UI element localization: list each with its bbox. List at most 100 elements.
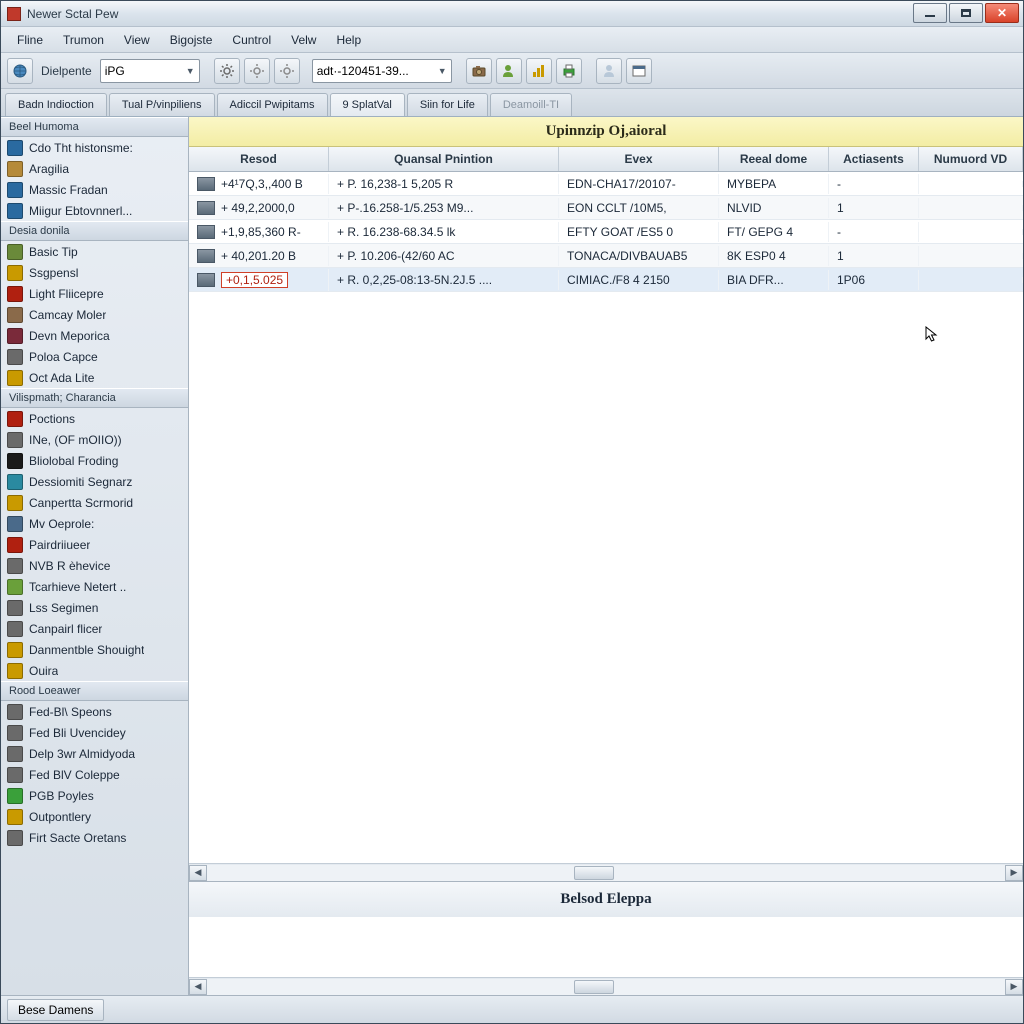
sidebar-item[interactable]: Fed-Bl\ Speons [1,701,188,722]
sidebar-item[interactable]: Lss Segimen [1,597,188,618]
menu-bigojste[interactable]: Bigojste [160,29,223,51]
sidebar-item[interactable]: Massic Fradan [1,179,188,200]
diepente-combo[interactable]: iPG▼ [100,59,200,83]
sidebar-item[interactable]: Outpontlery [1,806,188,827]
tab-3[interactable]: 9 SplatVal [330,93,405,116]
status-button[interactable]: Bese Damens [7,999,104,1021]
sidebar-item-label: Fed-Bl\ Speons [29,705,112,719]
col-evex[interactable]: Evex [559,147,719,171]
sidebar-item[interactable]: Cdo Tht histonsme: [1,137,188,158]
sidebar-item[interactable]: Tcarhieve Netert .. [1,576,188,597]
window-icon[interactable] [626,58,652,84]
sidebar-item[interactable]: Canpertta Scrmorid [1,492,188,513]
sidebar-group-header[interactable]: Beel Humoma [1,117,188,137]
menu-cuntrol[interactable]: Cuntrol [222,29,281,51]
scroll-track[interactable] [207,865,1005,881]
sidebar-item[interactable]: Fed Bli Uvencidey [1,722,188,743]
sidebar-item[interactable]: Canpairl flicer [1,618,188,639]
sidebar-item[interactable]: Bliolobal Froding [1,450,188,471]
maximize-button[interactable] [949,3,983,23]
menu-view[interactable]: View [114,29,160,51]
sidebar-item-icon [7,432,23,448]
table-row[interactable]: +4¹7Q,3,,400 B+ P. 16,238-1 5,205 REDN-C… [189,172,1023,196]
titlebar: Newer Sctal Pew ✕ [1,1,1023,27]
id-combo[interactable]: adt·-120451-39...▼ [312,59,452,83]
sidebar-scroll[interactable]: Beel HumomaCdo Tht histonsme:AragiliaMas… [1,117,188,995]
sidebar-item[interactable]: Danmentble Shouight [1,639,188,660]
sidebar-item[interactable]: Fed BlV Coleppe [1,764,188,785]
col-reeal[interactable]: Reeal dome [719,147,829,171]
scroll-left-icon[interactable]: ◀ [189,865,207,881]
sidebar-item-label: PGB Poyles [29,789,94,803]
detail-hscrollbar[interactable]: ◀ ▶ [189,977,1023,995]
sidebar-group-header[interactable]: Desia donila [1,221,188,241]
table-row[interactable]: +0,1,5.025+ R. 0,2,25-08:13-5N.2J.5 ....… [189,268,1023,292]
scroll-thumb[interactable] [574,980,614,994]
sidebar-group-header[interactable]: Vilispmath; Charancia [1,388,188,408]
tab-1[interactable]: Tual P/vinpiliens [109,93,215,116]
user-icon[interactable] [596,58,622,84]
col-quansal[interactable]: Quansal Pnintion [329,147,559,171]
sidebar-item[interactable]: Ssgpensl [1,262,188,283]
sidebar-item-icon [7,579,23,595]
sidebar-item[interactable]: Poctions [1,408,188,429]
camera-icon[interactable] [466,58,492,84]
sidebar-item-label: Fed BlV Coleppe [29,768,120,782]
sidebar-item[interactable]: Firt Sacte Oretans [1,827,188,848]
sidebar-item[interactable]: Camcay Moler [1,304,188,325]
table-row[interactable]: +1,9,85,360 R-+ R. 16.238-68.34.5 lkEFTY… [189,220,1023,244]
col-actiasents[interactable]: Actiasents [829,147,919,171]
gear-icon[interactable] [214,58,240,84]
scroll-thumb[interactable] [574,866,614,880]
tab-2[interactable]: Adiccil Pwipitams [217,93,328,116]
sidebar-item-label: Firt Sacte Oretans [29,831,126,845]
table-row[interactable]: + 40,201.20 B+ P. 10.206-(42/60 ACTONACA… [189,244,1023,268]
globe-icon[interactable] [7,58,33,84]
sidebar-item[interactable]: PGB Poyles [1,785,188,806]
sidebar-item[interactable]: Poloa Capce [1,346,188,367]
grid-hscrollbar[interactable]: ◀ ▶ [189,863,1023,881]
menu-help[interactable]: Help [326,29,371,51]
close-button[interactable]: ✕ [985,3,1019,23]
sidebar-item[interactable]: INe, (OF mOIIO)) [1,429,188,450]
cell: 1 [829,198,919,218]
col-resod[interactable]: Resod [189,147,329,171]
gear3-icon[interactable] [274,58,300,84]
tab-0[interactable]: Badn Indioction [5,93,107,116]
scroll-left-icon[interactable]: ◀ [189,979,207,995]
tab-4[interactable]: Siin for Life [407,93,488,116]
user-add-icon[interactable] [496,58,522,84]
sidebar-item-icon [7,558,23,574]
print-icon[interactable] [556,58,582,84]
sidebar-group-header[interactable]: Rood Loeawer [1,681,188,701]
scroll-right-icon[interactable]: ▶ [1005,865,1023,881]
col-numuord[interactable]: Numuord VD [919,147,1023,171]
menu-fline[interactable]: Fline [7,29,53,51]
gear2-icon[interactable] [244,58,270,84]
sidebar-item[interactable]: Basic Tip [1,241,188,262]
minimize-button[interactable] [913,3,947,23]
grid-body[interactable]: +4¹7Q,3,,400 B+ P. 16,238-1 5,205 REDN-C… [189,172,1023,863]
sidebar-item[interactable]: Light Fliicepre [1,283,188,304]
menu-velw[interactable]: Velw [281,29,326,51]
sidebar-item[interactable]: Pairdriiueer [1,534,188,555]
sidebar-item[interactable]: Oct Ada Lite [1,367,188,388]
sidebar-item[interactable]: Devn Meporica [1,325,188,346]
sidebar-item[interactable]: Dessiomiti Segnarz [1,471,188,492]
sidebar-item[interactable]: Ouira [1,660,188,681]
scroll-track[interactable] [207,979,1005,995]
detail-title: Belsod Eleppa [189,881,1023,917]
sidebar-item[interactable]: Aragilia [1,158,188,179]
scroll-right-icon[interactable]: ▶ [1005,979,1023,995]
chart-icon[interactable] [526,58,552,84]
sidebar-item[interactable]: Mv Oeprole: [1,513,188,534]
table-row[interactable]: + 49,2,2000,0+ P-.16.258-1/5.253 M9...EO… [189,196,1023,220]
sidebar-item[interactable]: Delp 3wr Almidyoda [1,743,188,764]
sidebar-item[interactable]: Miigur Ebtovnnerl... [1,200,188,221]
sidebar-item[interactable]: NVB R èhevice [1,555,188,576]
toolbar: Dielpente iPG▼ adt·-120451-39...▼ [1,53,1023,89]
row-icon [197,273,215,287]
body: Beel HumomaCdo Tht histonsme:AragiliaMas… [1,117,1023,995]
sidebar-item-icon [7,537,23,553]
menu-trumon[interactable]: Trumon [53,29,114,51]
